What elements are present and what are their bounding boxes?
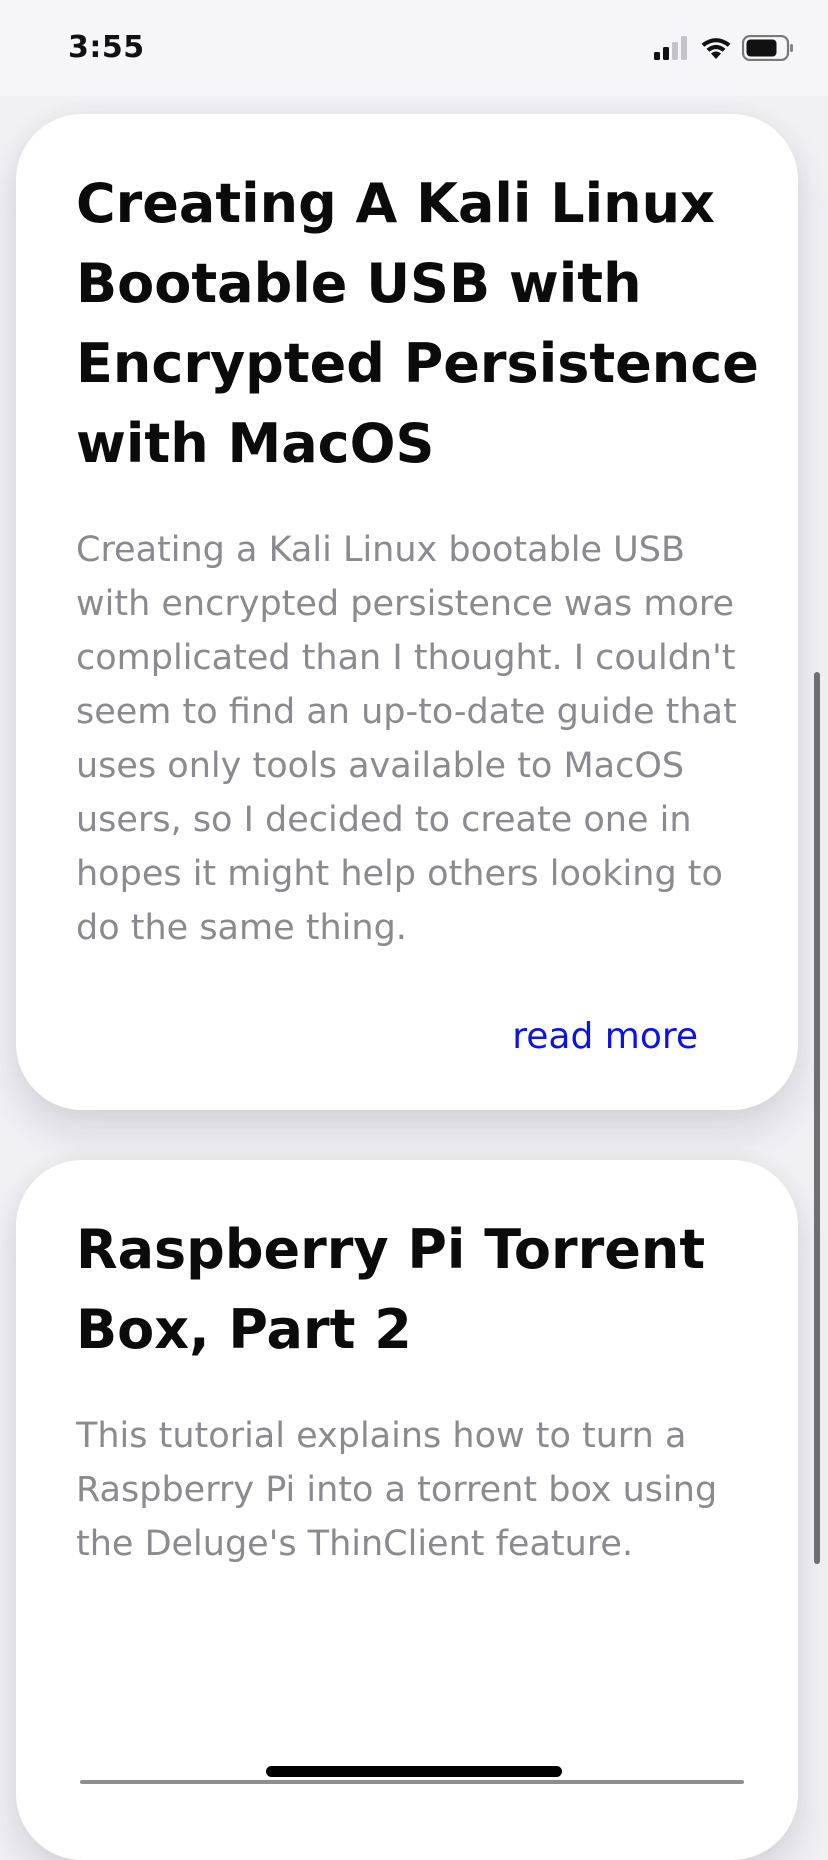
- cellular-signal-icon: [654, 36, 690, 64]
- battery-icon: [741, 34, 794, 65]
- article-card[interactable]: Creating A Kali Linux Bootable USB with …: [16, 114, 798, 1110]
- article-title: Creating A Kali Linux Bootable USB with …: [76, 172, 759, 475]
- status-bar: 3:55: [0, 0, 828, 96]
- wifi-icon: [700, 36, 732, 64]
- status-icons: [654, 34, 794, 65]
- status-time: 3:55: [68, 30, 145, 65]
- bottom-divider: [80, 1780, 744, 1784]
- read-more-link[interactable]: read more: [512, 1016, 698, 1057]
- article-card[interactable]: Raspberry Pi Torrent Box, Part 2 This tu…: [16, 1160, 798, 1860]
- article-description: Creating a Kali Linux bootable USB with …: [76, 530, 737, 948]
- article-description: This tutorial explains how to turn a Ras…: [76, 1416, 718, 1564]
- article-title: Raspberry Pi Torrent Box, Part 2: [76, 1218, 706, 1361]
- scrollbar[interactable]: [814, 672, 820, 1564]
- home-indicator[interactable]: [266, 1766, 562, 1777]
